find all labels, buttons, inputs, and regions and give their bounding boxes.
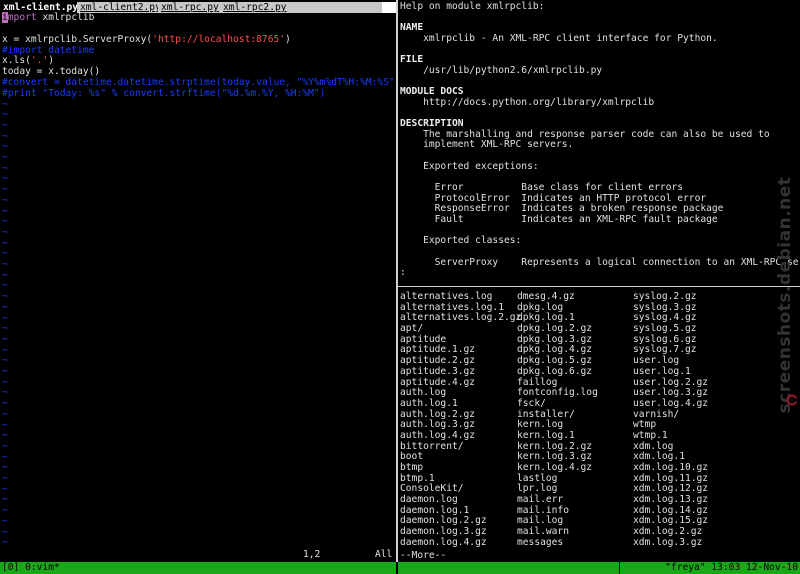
tilde-marker: ~ <box>2 333 8 345</box>
help-line: implement XML-RPC servers. <box>400 139 574 151</box>
tilde-marker: ~ <box>2 226 8 238</box>
debian-swirl-icon <box>786 394 798 406</box>
tabline-fill <box>382 2 396 13</box>
tilde-marker: ~ <box>2 440 8 452</box>
help-line: Fault Indicates an XML-RPC fault package <box>400 214 718 225</box>
string-literal: '.' <box>30 55 49 66</box>
file-entry: xdm.log.3.gz <box>633 536 703 548</box>
more-prompt[interactable]: --More-- <box>400 550 446 561</box>
file-entry: fsck/ <box>517 397 546 409</box>
file-entry: user.log.4.gz <box>633 397 709 409</box>
listing-column-2: dmesg.4.gz dpkg.log dpkg.log.1 dpkg.log.2.g… <box>517 291 635 549</box>
file-entry: user.log.1 <box>633 365 691 377</box>
tilde-marker: ~ <box>2 515 8 527</box>
vim-editor-pane[interactable]: xml-client.py xml-client2.py xml-rpc.py … <box>0 0 401 562</box>
file-entry: messages <box>517 536 564 548</box>
listing-column-1: alternatives.log alternatives.log.1 altern… <box>400 291 521 549</box>
code-text: ) <box>48 55 54 66</box>
file-entry: dpkg.log.6.gz <box>517 365 593 377</box>
tilde-marker: ~ <box>2 301 8 313</box>
scroll-position: All <box>375 549 393 560</box>
tab-xml-rpc2[interactable]: xml-rpc2.py <box>220 2 290 13</box>
file-entry: auth.log.1 <box>400 397 458 409</box>
tilde-marker: ~ <box>2 537 8 549</box>
screen-status-bar: [0] 0:vim* "freya" 13:03 12-Nov-10 <box>0 562 800 574</box>
help-line: ServerProxy Represents a logical connect… <box>400 256 800 268</box>
code-text: x.ls( <box>2 55 31 66</box>
code-text: xmlrpclib <box>36 12 95 23</box>
watermark-text: screenshots.debian.net <box>775 176 795 414</box>
window-list[interactable]: [0] 0:vim* <box>2 562 60 574</box>
code-line-1[interactable]: import xmlrpclib <box>2 12 95 24</box>
tilde-marker: ~ <box>2 408 8 420</box>
help-line: xmlrpclib - An XML-RPC client interface … <box>400 32 718 44</box>
string-literal: 'http://localhost:8765' <box>152 34 286 45</box>
listing-column-3: syslog.2.gz syslog.3.gz syslog.4.gz syslog.… <box>633 291 751 549</box>
tilde-marker: ~ <box>2 119 8 131</box>
code-line-8[interactable]: #print "Today: %s" % convert.strftime("%… <box>2 88 325 100</box>
help-line: Exported classes: <box>400 235 522 247</box>
code-text: ) <box>285 34 291 45</box>
horizontal-split-border[interactable] <box>398 286 800 287</box>
file-entry: aptitude.3.gz <box>400 365 476 377</box>
help-line: /usr/lib/python2.6/xmlrpclib.py <box>400 64 603 76</box>
file-entry: daemon.log.4.gz <box>400 536 487 548</box>
cursor-position: 1,2 <box>303 549 321 560</box>
host-clock: "freya" 13:03 12-Nov-10 <box>665 562 798 573</box>
keyword-import: mport <box>7 12 37 23</box>
code-text: x = xmlrpclib.ServerProxy( <box>2 34 153 45</box>
watermark: screenshots.debian.net <box>770 170 800 420</box>
tab-xml-rpc[interactable]: xml-rpc.py <box>158 2 222 13</box>
status-divider <box>619 562 620 574</box>
help-line: Help on module xmlrpclib: <box>400 1 545 12</box>
help-line: http://docs.python.org/library/xmlrpclib <box>400 96 655 108</box>
help-line: Exported exceptions: <box>400 160 539 172</box>
tilde-marker: ~ <box>2 194 8 206</box>
help-line: : <box>400 267 406 279</box>
status-divider <box>396 562 398 574</box>
